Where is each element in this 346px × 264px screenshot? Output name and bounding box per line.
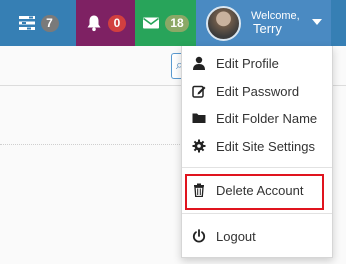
user-name: Terry <box>253 20 282 36</box>
gear-icon <box>192 139 206 153</box>
notifications-button[interactable]: 0 <box>76 0 135 46</box>
menu-divider <box>182 213 332 214</box>
edit-folder-name-item[interactable]: Edit Folder Name <box>182 105 332 131</box>
edit-password-label: Edit Password <box>216 83 300 99</box>
edit-folder-name-label: Edit Folder Name <box>216 110 318 126</box>
tasks-icon <box>18 16 35 30</box>
navbar-edge <box>331 0 346 46</box>
messages-button[interactable]: 18 <box>135 0 196 46</box>
edit-profile-label: Edit Profile <box>216 55 279 71</box>
edit-password-item[interactable]: Edit Password <box>182 78 332 104</box>
user-dropdown-menu: Edit Profile Edit Password Edit Folder N… <box>181 46 333 258</box>
menu-divider <box>182 167 332 168</box>
user-icon <box>193 56 205 70</box>
edit-icon <box>192 85 206 98</box>
bell-icon <box>87 15 101 32</box>
tasks-count-badge: 7 <box>40 14 59 32</box>
edit-site-settings-label: Edit Site Settings <box>216 138 315 154</box>
delete-account-highlight <box>185 174 324 210</box>
logout-label: Logout <box>216 228 256 244</box>
welcome-text: Welcome, Terry <box>251 10 300 36</box>
power-icon <box>192 229 206 243</box>
user-menu-toggle[interactable]: Welcome, Terry <box>196 0 331 46</box>
logout-item[interactable]: Logout <box>182 223 332 249</box>
edit-site-settings-item[interactable]: Edit Site Settings <box>182 133 332 159</box>
edit-profile-item[interactable]: Edit Profile <box>182 50 332 76</box>
chevron-down-icon <box>312 19 322 25</box>
avatar <box>206 5 241 41</box>
envelope-icon <box>143 17 160 29</box>
divider <box>0 144 180 145</box>
tasks-button[interactable]: 7 <box>0 0 76 46</box>
folder-icon <box>192 113 206 123</box>
notifications-count-badge: 0 <box>108 14 126 32</box>
messages-count-badge: 18 <box>165 14 189 32</box>
